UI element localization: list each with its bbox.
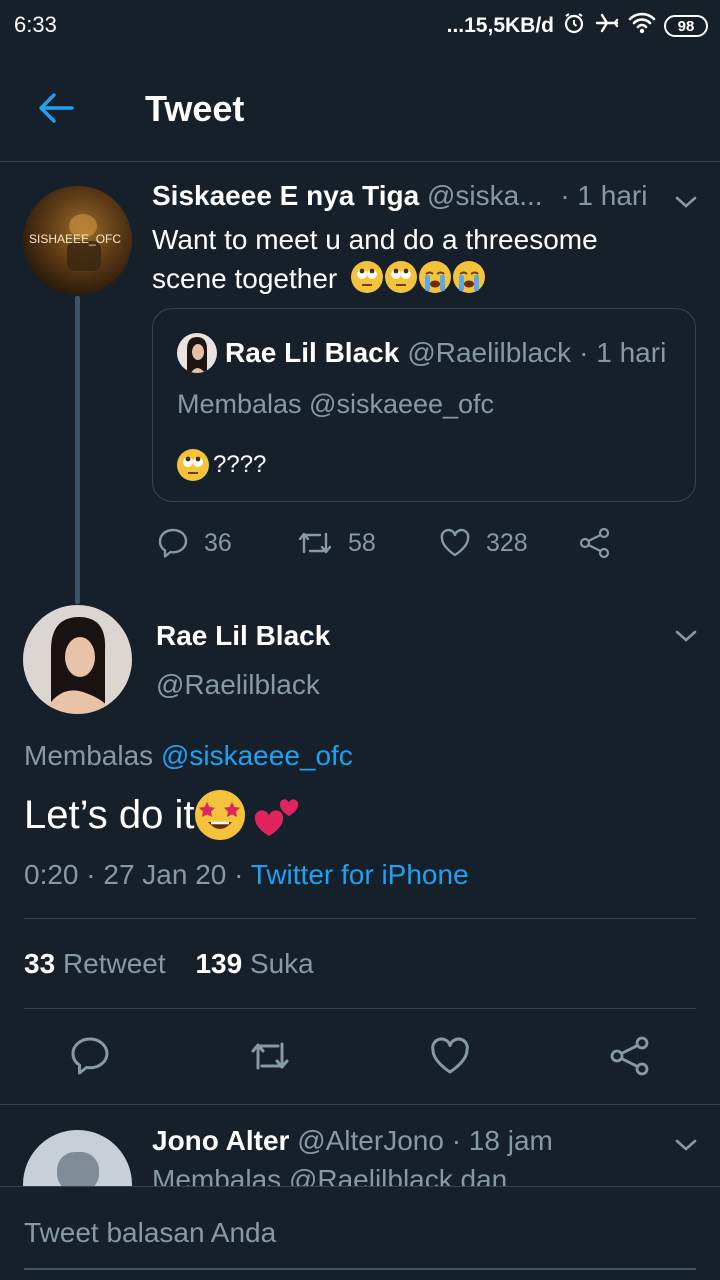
crying-emoji [453, 261, 486, 293]
divider [0, 1104, 720, 1105]
chevron-down-icon[interactable] [672, 626, 700, 646]
rolling-eyes-emoji [177, 449, 209, 481]
tweet-source-link[interactable]: Twitter for iPhone [251, 859, 469, 890]
author-handle[interactable]: @siska... [427, 180, 543, 211]
airplane-icon [594, 11, 620, 41]
like-stat[interactable]: 139 Suka [195, 948, 313, 979]
quoted-author-handle: @Raelilblack [407, 337, 572, 368]
chevron-down-icon[interactable] [672, 1135, 700, 1155]
share-icon [579, 527, 610, 559]
retweet-stat[interactable]: 33 Retweet [24, 948, 166, 979]
like-count: 328 [486, 528, 528, 557]
wifi-icon [628, 11, 656, 41]
reply-input[interactable]: Tweet balasan Anda [24, 1217, 276, 1249]
quoted-reply-label: Membalas @siskaeee_ofc [177, 389, 495, 419]
like-button[interactable]: 328 [438, 526, 528, 560]
tweet-header: Siskaeee E nya Tiga @siska... · 1 hari [152, 180, 647, 212]
thread-connector [75, 296, 80, 604]
author-name[interactable]: Rae Lil Black [156, 620, 330, 652]
quoted-tweet-header: Rae Lil Black @Raelilblack · 1 hari [177, 333, 666, 373]
rolling-eyes-emoji [351, 261, 384, 293]
battery-icon: 98 [664, 15, 708, 37]
share-button[interactable] [578, 526, 612, 560]
author-name[interactable]: Siskaeee E nya Tiga [152, 180, 419, 211]
header: Tweet [0, 52, 720, 162]
status-icons: ...15,5KB/d 98 [447, 11, 708, 41]
like-icon[interactable] [428, 1034, 472, 1078]
rolling-eyes-emoji [385, 261, 418, 293]
quoted-author-name: Rae Lil Black [225, 337, 400, 368]
reply-context: Membalas @siskaeee_ofc [24, 740, 353, 771]
quoted-tweet-time: · 1 hari [579, 337, 667, 368]
tweet-text: Want to meet u and do a threesome scene … [152, 224, 598, 294]
tweet-meta: 0:20 · 27 Jan 20 · Twitter for iPhone [24, 859, 469, 891]
avatar[interactable]: SISHAEEE_OFC [23, 186, 132, 295]
avatar [177, 333, 217, 373]
status-bar: 6:33 ...15,5KB/d 98 [0, 0, 720, 52]
alarm-icon [562, 11, 586, 41]
share-icon[interactable] [608, 1034, 652, 1078]
retweet-icon [298, 532, 332, 554]
reply-icon [158, 528, 188, 558]
divider [24, 1008, 696, 1009]
quoted-tweet-text: ???? [177, 449, 266, 481]
avatar[interactable] [23, 605, 132, 714]
page-title: Tweet [145, 88, 245, 129]
tweet-time: · 1 hari [560, 180, 648, 211]
tweet-timestamp: 0:20 · 27 Jan 20 · [24, 859, 244, 890]
tweet-time: · 18 jam [451, 1125, 553, 1156]
quoted-tweet[interactable]: Rae Lil Black @Raelilblack · 1 hari Memb… [152, 308, 696, 502]
reply-count: 36 [204, 528, 232, 557]
like-icon [440, 528, 470, 557]
retweet-button[interactable]: 58 [296, 526, 376, 560]
network-speed: ...15,5KB/d [446, 14, 554, 37]
status-time: 6:33 [14, 12, 57, 37]
reply-context: Membalas @Raelilblack dan [152, 1164, 508, 1186]
reply-to-link[interactable]: @siskaeee_ofc [161, 740, 353, 771]
tweet-text: Let’s do it [24, 790, 303, 840]
back-arrow-icon [39, 93, 74, 123]
retweet-icon[interactable] [248, 1034, 292, 1078]
author-handle[interactable]: @AlterJono [297, 1125, 444, 1156]
reply-compose-bar: Tweet balasan Anda [0, 1186, 720, 1280]
author-handle[interactable]: @Raelilblack [156, 669, 320, 701]
chevron-down-icon[interactable] [672, 192, 700, 212]
reply-icon[interactable] [68, 1034, 112, 1078]
author-name[interactable]: Jono Alter [152, 1125, 289, 1156]
star-struck-emoji [194, 790, 245, 840]
retweet-count: 58 [348, 528, 376, 557]
crying-emoji [419, 261, 452, 293]
tweet-stats: 33 Retweet 139 Suka [24, 948, 314, 980]
back-button[interactable] [30, 82, 82, 134]
divider [24, 918, 696, 919]
reply-button[interactable]: 36 [156, 526, 232, 560]
two-hearts-emoji [251, 790, 303, 840]
input-underline [24, 1268, 696, 1270]
avatar-label: SISHAEEE_OFC [29, 232, 122, 246]
reply-tweet-header: Jono Alter @AlterJono · 18 jam [152, 1125, 553, 1157]
